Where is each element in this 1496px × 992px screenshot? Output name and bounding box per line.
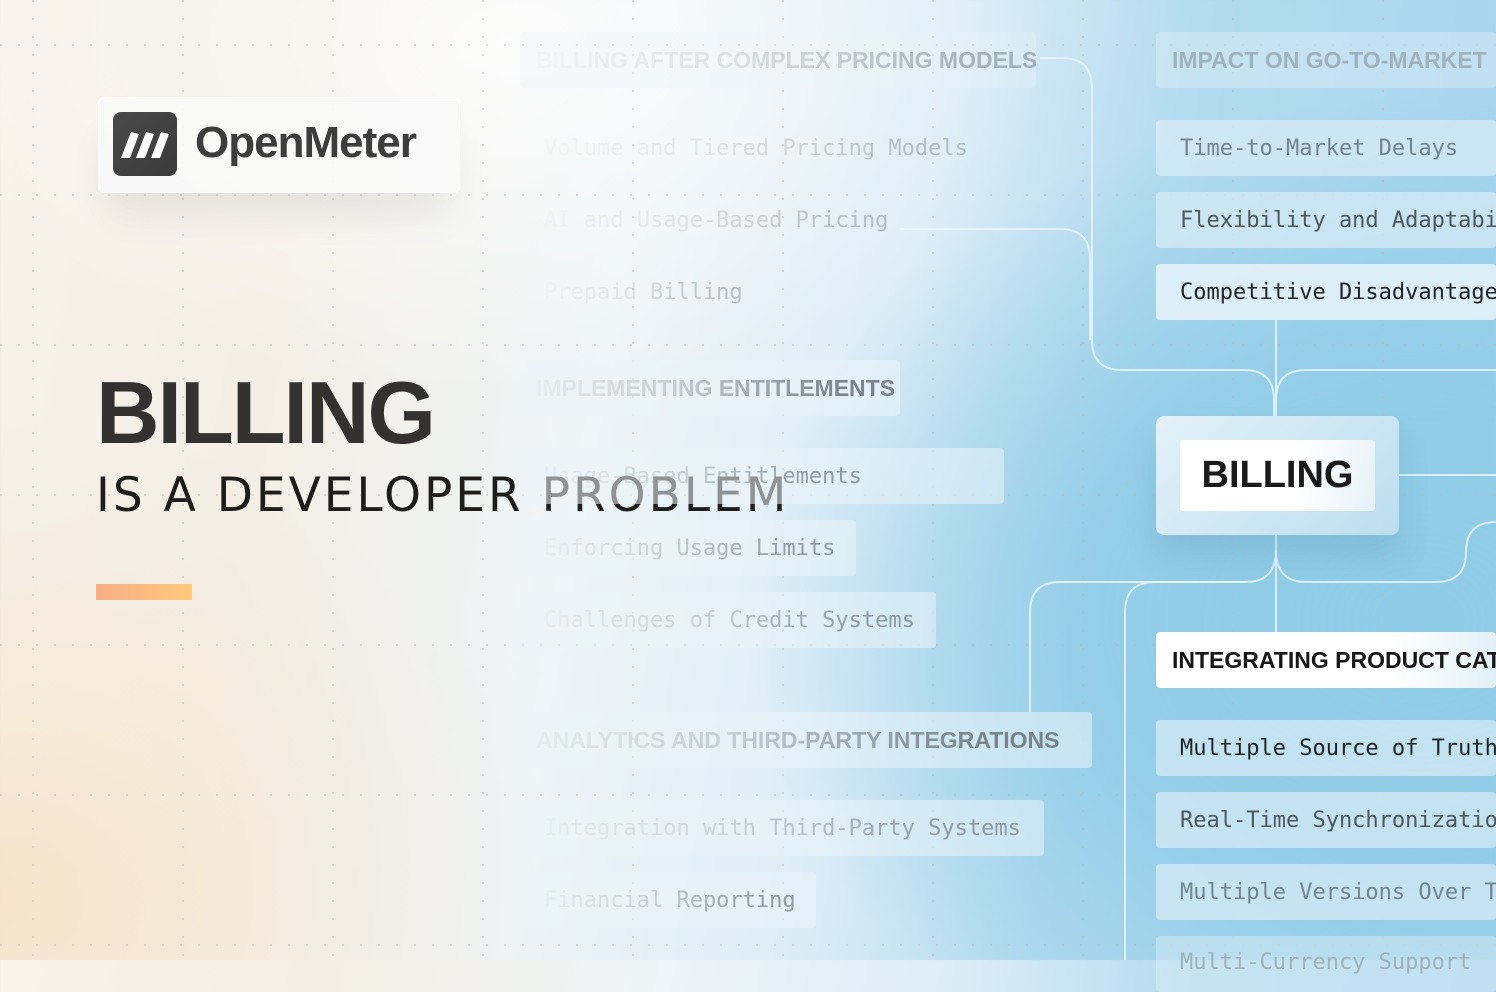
connector-center-right-top [1275,369,1496,401]
list-item: Integration with Third-Party Systems [520,800,1044,856]
list-item: Prepaid Billing [544,279,743,305]
accent-bar [96,584,192,600]
list-item: Enforcing Usage Limits [520,520,856,576]
list-item: Challenges of Credit Systems [520,592,936,648]
list-item: Multiple Versions Over Time [1156,864,1496,920]
list-item: AI and Usage-Based Pricing [544,207,889,233]
brand-name: OpenMeter [195,118,417,167]
section-heading-product-catalog: INTEGRATING PRODUCT CATALOG [1156,632,1496,688]
section-heading-pricing: BILLING AFTER COMPLEX PRICING MODELS [520,32,1036,88]
list-item: Volume and Tiered Pricing Models [544,135,968,161]
list-item: Competitive Disadvantage [1156,264,1496,320]
list-item: Financial Reporting [520,872,816,928]
list-item: Real-Time Synchronization [1156,792,1496,848]
section-heading-entitlements: IMPLEMENTING ENTITLEMENTS [520,360,900,416]
section-heading-go-to-market: IMPACT ON GO-TO-MARKET [1156,32,1496,88]
brand-logo[interactable]: OpenMeter [98,97,460,193]
hero-title: BILLING [96,363,436,462]
center-node: BILLING [1156,416,1399,535]
section-heading-analytics: ANALYTICS AND THIRD-PARTY INTEGRATIONS [520,712,1092,768]
center-node-label: BILLING [1180,440,1375,511]
list-item: Usage-Based Entitlements [520,448,1004,504]
list-item: Time-to-Market Delays [1156,120,1496,176]
list-item: Multiple Source of Truth [1156,720,1496,776]
connector-entitlements-to-center [900,228,1091,340]
openmeter-logo-icon [113,112,177,176]
list-item: Multi-Currency Support [1156,936,1496,992]
list-item: Flexibility and Adaptability [1156,192,1496,248]
